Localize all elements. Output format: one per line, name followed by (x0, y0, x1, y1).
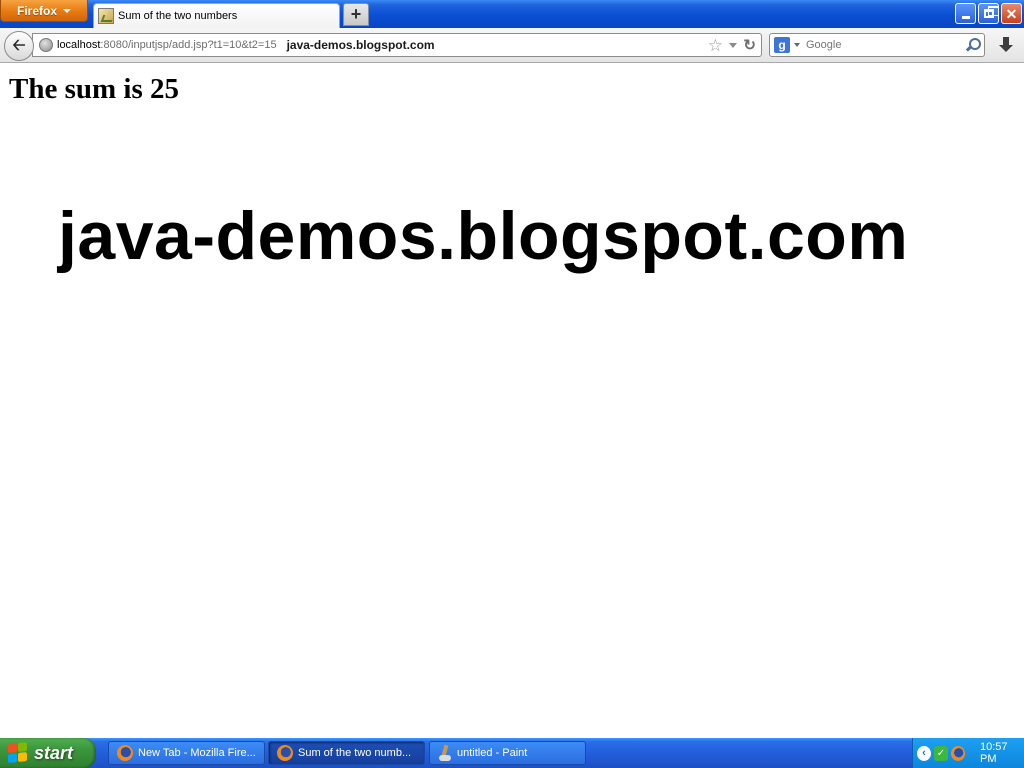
clock[interactable]: 10:57 PM (980, 741, 1024, 765)
close-button[interactable]: ✕ (1001, 3, 1022, 24)
minimize-icon (961, 16, 970, 19)
security-shield-icon[interactable]: ✓ (934, 745, 948, 761)
url-host: localhost (57, 39, 101, 51)
window-controls: ✕ (955, 3, 1022, 24)
firefox-tray-icon[interactable] (951, 745, 965, 761)
firefox-menu-label: Firefox (16, 3, 57, 18)
windows-logo-icon (8, 742, 28, 764)
tab-sum-of-two-numbers[interactable]: Sum of the two numbers (93, 3, 340, 28)
firefox-menu-button[interactable]: Firefox (0, 0, 88, 22)
system-tray: ‹ ✓ 10:57 PM (912, 738, 1024, 768)
tab-title: Sum of the two numbers (118, 10, 238, 22)
sum-heading: The sum is 25 (9, 73, 180, 105)
watermark-text: java-demos.blogspot.com (58, 198, 909, 274)
search-engine-dropdown-icon[interactable] (794, 43, 800, 47)
minimize-button[interactable] (955, 3, 976, 24)
taskbar-item-paint[interactable]: untitled - Paint (429, 741, 586, 765)
taskbar-item-label: untitled - Paint (457, 747, 528, 759)
start-label: start (34, 742, 74, 763)
history-dropdown-icon[interactable] (729, 43, 737, 48)
reload-icon[interactable]: ↻ (743, 36, 756, 54)
taskbar-item-label: New Tab - Mozilla Fire... (138, 747, 256, 759)
start-button[interactable]: start (0, 738, 96, 768)
downloads-icon[interactable] (996, 36, 1016, 56)
search-input[interactable] (806, 39, 956, 51)
bookmark-star-icon[interactable]: ☆ (708, 36, 723, 56)
navigation-toolbar: localhost:8080/inputjsp/add.jsp?t1=10&t2… (0, 28, 1024, 63)
url-site-label: java-demos.blogspot.com (286, 38, 435, 52)
close-icon: ✕ (1005, 5, 1018, 22)
search-bar[interactable]: g (769, 33, 985, 57)
site-identity-icon[interactable] (39, 38, 53, 52)
back-arrow-icon: 🡠 (12, 37, 26, 54)
new-tab-button[interactable]: + (343, 3, 369, 26)
page-content: The sum is 25 java-demos.blogspot.com (0, 64, 1024, 738)
window-titlebar: Firefox Sum of the two numbers + ✕ (0, 0, 1024, 28)
chevron-down-icon (63, 8, 71, 13)
taskbar-item-sum-of-two-numbers[interactable]: Sum of the two numb... (268, 741, 425, 765)
restore-icon (983, 6, 999, 18)
url-path: :8080/inputjsp/add.jsp?t1=10&t2=15 (100, 39, 277, 51)
page-favicon-icon (98, 8, 114, 24)
back-button[interactable]: 🡠 (4, 31, 34, 61)
paint-icon (438, 745, 452, 761)
address-bar[interactable]: localhost:8080/inputjsp/add.jsp?t1=10&t2… (32, 33, 762, 57)
firefox-icon (117, 745, 133, 761)
show-hidden-icons-icon[interactable]: ‹ (917, 745, 931, 761)
firefox-icon (277, 745, 293, 761)
windows-taskbar: start New Tab - Mozilla Fire... Sum of t… (0, 738, 1024, 768)
taskbar-item-new-tab[interactable]: New Tab - Mozilla Fire... (108, 741, 265, 765)
taskbar-item-label: Sum of the two numb... (298, 747, 412, 759)
restore-button[interactable] (978, 3, 999, 24)
search-icon[interactable] (964, 37, 981, 53)
google-icon[interactable]: g (774, 37, 790, 53)
